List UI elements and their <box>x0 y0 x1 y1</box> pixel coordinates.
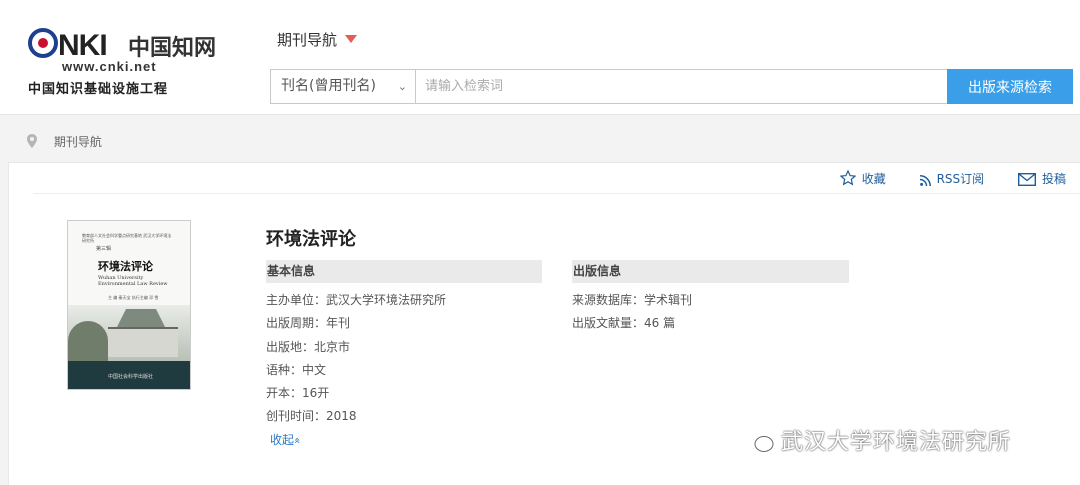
rss-button[interactable]: RSS订阅 <box>919 170 985 187</box>
star-icon <box>839 169 857 186</box>
double-chevron-up-icon: « <box>290 437 304 444</box>
info-row-format: 开本：16开 <box>266 382 446 405</box>
rss-label: RSS订阅 <box>936 172 985 186</box>
cover-title: 环境法评论 <box>98 260 153 273</box>
breadcrumb-current[interactable]: 期刊导航 <box>54 135 102 149</box>
info-row-founded: 创刊时间：2018 <box>266 405 446 428</box>
info-value: 2018 <box>326 409 357 424</box>
wechat-icon <box>741 428 774 452</box>
caret-down-icon <box>345 35 358 43</box>
info-value: 北京市 <box>314 339 351 354</box>
info-value: 中文 <box>302 362 327 377</box>
cover-bottom-band: 中国社会科学出版社 <box>68 361 190 389</box>
rss-icon <box>919 175 931 187</box>
publish-info-heading: 出版信息 <box>572 260 849 283</box>
info-label: 创刊时间： <box>266 409 327 424</box>
info-label: 主办单位： <box>266 293 327 307</box>
collapse-link[interactable]: 收起« <box>270 431 304 448</box>
journal-card: 收藏 RSS订阅 投稿 教育部人文社会科学重点研究基地 武汉大学环境法研究所 第… <box>8 162 1080 485</box>
logo-brand: NKI <box>28 28 108 63</box>
info-row-language: 语种：中文 <box>266 359 446 382</box>
info-label: 出版地： <box>266 339 315 354</box>
watermark: 武汉大学环境法研究所 <box>741 424 1011 456</box>
search-field-value: 刊名(曾用刊名) <box>281 78 376 94</box>
journal-title: 环境法评论 <box>266 229 356 250</box>
favorite-label: 收藏 <box>861 172 886 186</box>
cover-tree <box>68 321 108 361</box>
info-value: 年刊 <box>326 316 351 331</box>
info-row-sponsor: 主办单位：武汉大学环境法研究所 <box>266 289 446 312</box>
header: NKI 中国知网 www.cnki.net 中国知识基础设施工程 期刊导航 刊名… <box>0 0 1080 115</box>
search-button[interactable]: 出版来源检索 <box>947 69 1073 104</box>
breadcrumb: 期刊导航 <box>26 132 102 152</box>
envelope-icon <box>1017 172 1036 187</box>
info-value: 武汉大学环境法研究所 <box>326 293 447 307</box>
basic-info-heading: 基本信息 <box>266 260 542 283</box>
submit-button[interactable]: 投稿 <box>1017 170 1066 187</box>
search-field-select[interactable]: 刊名(曾用刊名) ⌄ <box>271 70 416 103</box>
logo-cn-name: 中国知网 <box>128 35 217 61</box>
cover-editor: 主 编 秦天宝 执行主编 邓 雪 <box>108 295 159 300</box>
journal-cover-image[interactable]: 教育部人文社会科学重点研究基地 武汉大学环境法研究所 第三辑 环境法评论 Wuh… <box>67 220 191 390</box>
info-row-database: 来源数据库：学术辑刊 <box>572 289 692 312</box>
submit-label: 投稿 <box>1041 172 1066 186</box>
search-input[interactable] <box>419 71 949 102</box>
info-label: 出版周期： <box>266 316 327 331</box>
info-value: 学术辑刊 <box>644 293 693 307</box>
logo-tagline: 中国知识基础设施工程 <box>28 82 169 97</box>
info-value: 46 篇 <box>644 316 676 331</box>
cover-publisher: 中国社会科学出版社 <box>108 374 154 380</box>
journal-nav-dropdown[interactable]: 期刊导航 <box>277 29 358 50</box>
cover-en-title: Wuhan University Environmental Law Revie… <box>98 275 168 287</box>
info-label: 开本： <box>266 386 303 401</box>
info-row-cycle: 出版周期：年刊 <box>266 312 446 335</box>
basic-info-list: 主办单位：武汉大学环境法研究所 出版周期：年刊 出版地：北京市 语种：中文 开本… <box>266 289 446 429</box>
cover-header-text: 教育部人文社会科学重点研究基地 武汉大学环境法研究所 <box>82 233 172 243</box>
journal-nav-label: 期刊导航 <box>277 31 338 49</box>
cover-roof <box>116 309 166 329</box>
location-pin-icon <box>27 134 37 148</box>
publish-info-list: 来源数据库：学术辑刊 出版文献量：46 篇 <box>572 289 692 336</box>
cover-volume: 第三辑 <box>96 246 112 252</box>
chevron-down-icon: ⌄ <box>397 80 407 93</box>
watermark-text: 武汉大学环境法研究所 <box>781 430 1012 455</box>
logo-brand-text: NKI <box>58 29 108 62</box>
info-label: 来源数据库： <box>572 293 645 307</box>
action-bar: 收藏 RSS订阅 投稿 <box>810 169 1066 187</box>
search-bar: 刊名(曾用刊名) ⌄ 出版来源检索 <box>270 69 1073 104</box>
info-label: 出版文献量： <box>572 316 645 331</box>
favorite-button[interactable]: 收藏 <box>839 169 886 187</box>
globe-icon <box>28 28 58 58</box>
cover-building-illustration <box>68 305 190 361</box>
logo-url: www.cnki.net <box>62 59 157 74</box>
info-row-place: 出版地：北京市 <box>266 336 446 359</box>
info-label: 语种： <box>266 362 303 377</box>
divider <box>33 193 1080 194</box>
info-row-article-count: 出版文献量：46 篇 <box>572 312 692 335</box>
cover-building-body <box>108 327 178 357</box>
cnki-logo[interactable]: NKI 中国知网 www.cnki.net 中国知识基础设施工程 <box>28 28 218 98</box>
info-value: 16开 <box>302 386 330 401</box>
